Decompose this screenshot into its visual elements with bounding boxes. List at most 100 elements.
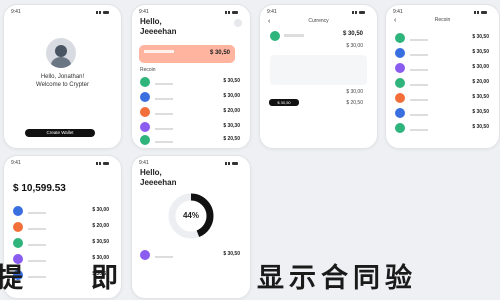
- list-item[interactable]: $ 30,50: [395, 91, 489, 106]
- coin-icon: [395, 63, 405, 73]
- status-bar: 9:41: [393, 9, 492, 15]
- list-item-value: $ 30,50: [92, 239, 109, 245]
- balance-card[interactable]: $ 30,50: [139, 45, 235, 63]
- avatar: [46, 38, 76, 68]
- coin-icon: [395, 78, 405, 88]
- create-wallet-label: Create Wallet: [46, 130, 74, 135]
- list-item[interactable]: $ 30,50: [395, 106, 489, 121]
- status-time: 9:41: [139, 160, 149, 166]
- status-time: 9:41: [11, 160, 21, 166]
- list-item[interactable]: $ 30,00: [140, 90, 240, 105]
- status-time: 9:41: [267, 9, 277, 15]
- coin-icon: [270, 31, 280, 41]
- list-item-value: $ 30,00: [92, 207, 109, 213]
- list-item[interactable]: $ 30,50: [140, 75, 240, 90]
- balance-label-bar: [144, 50, 174, 53]
- create-wallet-button[interactable]: Create Wallet: [25, 129, 95, 137]
- list-item[interactable]: $ 30,50: [395, 46, 489, 61]
- avatar-face-icon: [55, 45, 67, 57]
- list-item[interactable]: $ 30,50: [13, 236, 109, 251]
- list-item[interactable]: $ 20,00: [140, 105, 240, 120]
- list-item-value: $ 30,50: [472, 109, 489, 115]
- list-item-value: $ 30,50: [472, 49, 489, 55]
- list-item[interactable]: $ 30,50: [140, 248, 240, 263]
- list-item[interactable]: $ 20,50: [140, 133, 240, 148]
- page-title: Currency: [308, 18, 329, 24]
- section-title: Recoin: [140, 67, 156, 73]
- currency-screen: 9:41 ‹ Currency $ 30,50 $ 30,00 $ 30,00 …: [259, 4, 378, 149]
- coin-icon: [140, 135, 150, 145]
- status-bar: 9:41: [139, 9, 243, 15]
- coin-icon: [140, 92, 150, 102]
- currency-value: $ 30,00: [346, 43, 363, 49]
- overlay-text-left: 提: [0, 263, 28, 294]
- currency-value: $ 30,50: [342, 31, 363, 37]
- chart-placeholder: [270, 55, 367, 85]
- list-item[interactable]: $ 20,00: [13, 220, 109, 235]
- coin-icon: [140, 77, 150, 87]
- currency-value: $ 20,50: [346, 100, 363, 106]
- progress-gauge: 44%: [167, 192, 215, 240]
- coin-icon: [13, 206, 23, 216]
- coin-icon: [395, 33, 405, 43]
- overlay-text-right: 显示合同验: [257, 263, 417, 294]
- list-item[interactable]: $ 30,50: [395, 121, 489, 136]
- signal-battery-icon: [474, 10, 492, 14]
- status-bar: 9:41: [11, 9, 114, 15]
- status-time: 9:41: [393, 9, 403, 15]
- coin-icon: [140, 122, 150, 132]
- currency-value: $ 30,00: [346, 89, 363, 95]
- list-item[interactable]: $ 30,00: [13, 204, 109, 219]
- list-item-value: $ 30,00: [472, 64, 489, 70]
- coin-icon: [140, 250, 150, 260]
- status-time: 9:41: [11, 9, 21, 15]
- user-name: Jeeeehan: [140, 27, 177, 36]
- user-name: Jeeeehan: [140, 178, 177, 187]
- coin-icon: [140, 107, 150, 117]
- coin-icon: [395, 93, 405, 103]
- list-item[interactable]: $ 30,00: [395, 61, 489, 76]
- status-bar: 9:41: [267, 9, 370, 15]
- list-item-value: $ 20,00: [92, 223, 109, 229]
- list-item[interactable]: $ 30,50: [395, 31, 489, 46]
- list-item-value: $ 30,30: [223, 123, 240, 129]
- status-bar: 9:41: [11, 160, 114, 166]
- action-button[interactable]: $ 30,50: [269, 99, 299, 106]
- recoin-list-screen: 9:41 ‹ Recoin $ 30,50 $ 30,50 $ 30,00 $ …: [385, 4, 500, 149]
- progress-screen: 9:41 Hello, Jeeeehan 44% $ 30,50: [131, 155, 251, 299]
- bell-icon[interactable]: [234, 19, 242, 27]
- list-item-value: $ 30,50: [472, 34, 489, 40]
- coin-icon: [13, 222, 23, 232]
- status-bar: 9:41: [139, 160, 243, 166]
- signal-battery-icon: [96, 10, 114, 14]
- list-item-value: $ 30,50: [223, 78, 240, 84]
- status-time: 9:41: [139, 9, 149, 15]
- signal-battery-icon: [225, 161, 243, 165]
- coin-icon: [13, 238, 23, 248]
- list-item-value: $ 20,50: [223, 136, 240, 142]
- hello-label: Hello,: [140, 17, 162, 26]
- home-screen: 9:41 Hello, Jeeeehan $ 30,50 Recoin $ 30…: [131, 4, 251, 149]
- signal-battery-icon: [96, 161, 114, 165]
- balance-value: $ 30,50: [209, 50, 230, 56]
- list-item-value: $ 30,50: [472, 94, 489, 100]
- list-item-value: $ 30,50: [472, 124, 489, 130]
- hello-label: Hello,: [140, 168, 162, 177]
- list-item-value: $ 20,00: [223, 108, 240, 114]
- overlay-text-mid: 即: [91, 263, 123, 294]
- coin-icon: [395, 108, 405, 118]
- page-title: Recoin: [434, 17, 451, 23]
- list-item-value: $ 30,00: [223, 93, 240, 99]
- signal-battery-icon: [225, 10, 243, 14]
- greeting-subtitle: Welcome to Crypter: [36, 82, 89, 88]
- welcome-screen: 9:41 Hello, Jonathan! Welcome to Crypter…: [3, 4, 122, 149]
- total-balance: $ 10,599.53: [13, 183, 66, 194]
- signal-battery-icon: [352, 10, 370, 14]
- list-item-value: $ 30,50: [223, 251, 240, 257]
- progress-percent: 44%: [182, 211, 199, 220]
- coin-icon: [395, 48, 405, 58]
- coin-icon: [395, 123, 405, 133]
- greeting-title: Hello, Jonathan!: [40, 74, 85, 80]
- list-item[interactable]: $ 20,00: [395, 76, 489, 91]
- list-item-value: $ 20,00: [472, 79, 489, 85]
